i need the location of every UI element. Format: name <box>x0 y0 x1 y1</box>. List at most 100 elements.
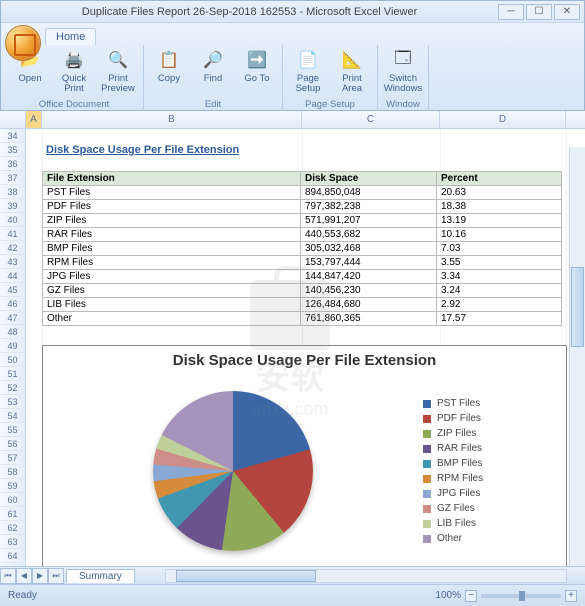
row-header[interactable]: 40 <box>0 213 26 227</box>
tab-home[interactable]: Home <box>45 28 96 45</box>
copy-button[interactable]: 📋Copy <box>150 48 188 98</box>
row-header[interactable]: 50 <box>0 353 26 367</box>
table-row: PST Files894,850,04820.63 <box>43 186 562 200</box>
next-sheet-button[interactable]: ▶ <box>32 568 48 584</box>
row-header[interactable]: 41 <box>0 227 26 241</box>
row-header[interactable]: 46 <box>0 297 26 311</box>
legend-item: Other <box>423 533 566 544</box>
legend-swatch <box>423 505 431 513</box>
row-header[interactable]: 36 <box>0 157 26 171</box>
print-preview-button[interactable]: 🔍Print Preview <box>99 48 137 98</box>
report-title: Disk Space Usage Per File Extension <box>46 144 239 156</box>
row-header[interactable]: 61 <box>0 507 26 521</box>
legend-item: GZ Files <box>423 503 566 514</box>
last-sheet-button[interactable]: ⏭ <box>48 568 64 584</box>
row-headers: 3435363738394041424344454647484950515253… <box>0 129 26 584</box>
legend-swatch <box>423 430 431 438</box>
row-header[interactable]: 64 <box>0 549 26 563</box>
legend-item: BMP Files <box>423 458 566 469</box>
row-header[interactable]: 35 <box>0 143 26 157</box>
maximize-button[interactable]: ☐ <box>526 4 552 20</box>
data-table: File Extension Disk Space Percent PST Fi… <box>42 171 562 326</box>
col-header-b[interactable]: B <box>42 111 302 128</box>
legend-item: RPM Files <box>423 473 566 484</box>
row-header[interactable]: 56 <box>0 437 26 451</box>
group-label-page: Page Setup <box>289 98 371 110</box>
ribbon: Home 📂Open 🖨️Quick Print 🔍Print Preview … <box>1 23 584 111</box>
close-button[interactable]: ✕ <box>554 4 580 20</box>
row-header[interactable]: 42 <box>0 241 26 255</box>
select-all-cell[interactable] <box>0 111 26 128</box>
col-header-a[interactable]: A <box>26 111 42 128</box>
table-row: LIB Files126,484,6802.92 <box>43 298 562 312</box>
zoom-slider[interactable] <box>481 594 561 598</box>
prev-sheet-button[interactable]: ◀ <box>16 568 32 584</box>
table-row: GZ Files140,456,2303.24 <box>43 284 562 298</box>
window-title: Duplicate Files Report 26-Sep-2018 16255… <box>1 6 498 18</box>
zoom-level: 100% <box>435 590 461 601</box>
col-header-c[interactable]: C <box>302 111 440 128</box>
chart[interactable]: Disk Space Usage Per File Extension PST … <box>42 345 567 577</box>
legend-item: RAR Files <box>423 443 566 454</box>
row-header[interactable]: 54 <box>0 409 26 423</box>
zoom-out-button[interactable]: − <box>465 590 477 602</box>
th-percent: Percent <box>437 172 562 186</box>
row-header[interactable]: 51 <box>0 367 26 381</box>
hscroll-thumb[interactable] <box>176 570 316 582</box>
office-button[interactable] <box>5 25 41 61</box>
column-headers: A B C D <box>0 111 585 129</box>
row-header[interactable]: 58 <box>0 465 26 479</box>
row-header[interactable]: 63 <box>0 535 26 549</box>
row-header[interactable]: 59 <box>0 479 26 493</box>
row-header[interactable]: 38 <box>0 185 26 199</box>
zoom-control[interactable]: 100% − + <box>435 590 577 602</box>
row-header[interactable]: 60 <box>0 493 26 507</box>
row-header[interactable]: 34 <box>0 129 26 143</box>
statusbar: Ready 100% − + <box>0 584 585 606</box>
cells-area[interactable]: Disk Space Usage Per File Extension File… <box>26 129 585 584</box>
switch-windows-button[interactable]: 🗔Switch Windows <box>384 48 422 98</box>
row-header[interactable]: 48 <box>0 325 26 339</box>
zoom-in-button[interactable]: + <box>565 590 577 602</box>
row-header[interactable]: 55 <box>0 423 26 437</box>
row-header[interactable]: 53 <box>0 395 26 409</box>
vertical-scrollbar[interactable] <box>569 147 585 584</box>
th-extension: File Extension <box>43 172 301 186</box>
th-space: Disk Space <box>301 172 437 186</box>
row-header[interactable]: 39 <box>0 199 26 213</box>
legend-swatch <box>423 475 431 483</box>
table-row: JPG Files144,847,4203.34 <box>43 270 562 284</box>
sheet-tabs-bar: ⏮ ◀ ▶ ⏭ Summary <box>0 566 585 584</box>
minimize-button[interactable]: ─ <box>498 4 524 20</box>
first-sheet-button[interactable]: ⏮ <box>0 568 16 584</box>
printer-icon: 🖨️ <box>62 48 86 72</box>
find-button[interactable]: 🔎Find <box>194 48 232 98</box>
print-area-button[interactable]: 📐Print Area <box>333 48 371 98</box>
table-row: BMP Files305,032,4687.03 <box>43 242 562 256</box>
page-setup-icon: 📄 <box>296 48 320 72</box>
horizontal-scrollbar[interactable] <box>165 569 567 583</box>
chart-legend: PST FilesPDF FilesZIP FilesRAR FilesBMP … <box>423 371 566 571</box>
quick-print-button[interactable]: 🖨️Quick Print <box>55 48 93 98</box>
row-header[interactable]: 49 <box>0 339 26 353</box>
row-header[interactable]: 43 <box>0 255 26 269</box>
arrow-right-icon: ➡️ <box>245 48 269 72</box>
row-header[interactable]: 52 <box>0 381 26 395</box>
row-header[interactable]: 57 <box>0 451 26 465</box>
page-setup-button[interactable]: 📄Page Setup <box>289 48 327 98</box>
row-header[interactable]: 37 <box>0 171 26 185</box>
row-header[interactable]: 62 <box>0 521 26 535</box>
vscroll-thumb[interactable] <box>571 267 584 347</box>
legend-swatch <box>423 445 431 453</box>
row-header[interactable]: 45 <box>0 283 26 297</box>
status-ready: Ready <box>8 590 37 601</box>
table-row: PDF Files797,382,23818.38 <box>43 200 562 214</box>
row-header[interactable]: 47 <box>0 311 26 325</box>
col-header-d[interactable]: D <box>440 111 566 128</box>
titlebar: Duplicate Files Report 26-Sep-2018 16255… <box>1 1 584 23</box>
sheet-tab-summary[interactable]: Summary <box>66 569 135 583</box>
legend-swatch <box>423 460 431 468</box>
goto-button[interactable]: ➡️Go To <box>238 48 276 98</box>
row-header[interactable]: 44 <box>0 269 26 283</box>
copy-icon: 📋 <box>157 48 181 72</box>
